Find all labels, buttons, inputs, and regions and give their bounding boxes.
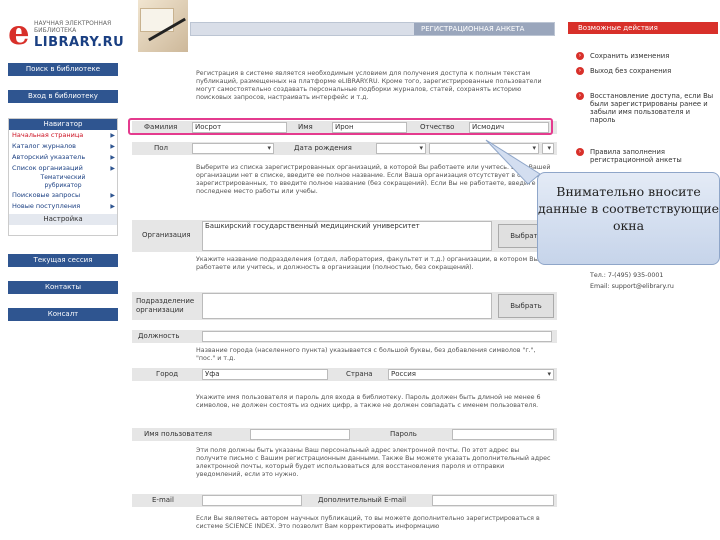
arrow-icon: ›	[576, 148, 584, 156]
attention-callout: Внимательно вносите данные в соответству…	[537, 172, 720, 265]
city-input[interactable]: Уфа	[202, 369, 328, 380]
logo-letter: e	[8, 13, 30, 53]
search-library-button[interactable]: Поиск в библиотеке	[8, 63, 118, 76]
navigator-panel: Навигатор Начальная страница ▶ Каталог жу…	[8, 118, 118, 236]
arrow-icon: ▶	[110, 132, 115, 139]
support-phone: Тел.: 7-(495) 935-0001	[590, 272, 664, 279]
science-index-text: Если Вы являетесь автором научных публик…	[196, 515, 552, 531]
session-button[interactable]: Текущая сессия	[8, 254, 118, 267]
arrow-icon: ▶	[110, 143, 115, 150]
nav-item-rubricator-line1[interactable]: Тематический	[9, 174, 117, 182]
support-email[interactable]: Email: support@elibrary.ru	[590, 283, 674, 290]
header-photo	[138, 0, 188, 52]
email-row: E-mail Дополнительный E-mail	[132, 494, 557, 507]
city-country-row: Город Уфа Страна Россия	[132, 368, 557, 381]
organization-row: Организация Башкирский государственный м…	[132, 220, 557, 252]
birthdate-label: Дата рождения	[294, 144, 352, 152]
department-row: Подразделение организации Выбрать	[132, 292, 557, 320]
page-header-bar: РЕГИСТРАЦИОННАЯ АНКЕТА	[190, 22, 555, 36]
organization-input[interactable]: Башкирский государственный медицинский у…	[202, 221, 492, 251]
nav-item-organizations[interactable]: Список организаций ▶	[9, 163, 117, 174]
nav-item-home[interactable]: Начальная страница ▶	[9, 130, 117, 141]
arrow-icon: ›	[576, 67, 584, 75]
password-label: Пароль	[390, 430, 417, 438]
email-help-text: Эти поля должны быть указаны Ваш персона…	[196, 447, 552, 479]
arrow-icon: ▶	[110, 165, 115, 172]
extra-email-input[interactable]	[432, 495, 554, 506]
actions-header: Возможные действия	[568, 22, 718, 34]
save-changes-action[interactable]: › Сохранить изменения	[576, 52, 716, 60]
password-help-text: Укажите имя пользователя и пароль для вх…	[196, 394, 552, 410]
exit-without-saving-action[interactable]: › Выход без сохранения	[576, 67, 716, 75]
form-rules-action[interactable]: › Правила заполнения регистрационной анке…	[576, 148, 716, 164]
username-label: Имя пользователя	[144, 430, 212, 438]
gender-label: Пол	[154, 144, 169, 152]
country-label: Страна	[346, 370, 373, 378]
select-department-button[interactable]: Выбрать	[498, 294, 554, 318]
credentials-row: Имя пользователя Пароль	[132, 428, 557, 441]
logo-tagline: НАУЧНАЯ ЭЛЕКТРОННАЯ БИБЛИОТЕКА	[34, 20, 112, 34]
arrow-icon: ›	[576, 92, 584, 100]
gender-select[interactable]	[192, 143, 274, 154]
arrow-icon: ▶	[110, 203, 115, 210]
city-help-text: Название города (населенного пункта) ука…	[196, 347, 552, 363]
extra-email-label: Дополнительный E-mail	[318, 496, 407, 504]
page-title: РЕГИСТРАЦИОННАЯ АНКЕТА	[421, 25, 525, 33]
country-select[interactable]: Россия	[388, 369, 554, 380]
support-button[interactable]: Консалт	[8, 308, 118, 321]
arrow-icon: ▶	[110, 192, 115, 199]
email-label: E-mail	[152, 496, 174, 504]
position-input[interactable]	[202, 331, 552, 342]
position-row: Должность	[132, 330, 557, 343]
navigator-header: Навигатор	[9, 119, 117, 130]
arrow-icon: ▶	[110, 154, 115, 161]
organization-label: Организация	[142, 231, 191, 239]
left-column: e НАУЧНАЯ ЭЛЕКТРОННАЯ БИБЛИОТЕКА LIBRARY…	[0, 0, 125, 540]
nav-item-new[interactable]: Новые поступления ▶	[9, 201, 117, 212]
logo-title: LIBRARY.RU	[34, 35, 125, 50]
contacts-button[interactable]: Контакты	[8, 281, 118, 294]
department-input[interactable]	[202, 293, 492, 319]
settings-button[interactable]: Настройка	[9, 214, 117, 225]
position-label: Должность	[138, 332, 180, 340]
intro-text: Регистрация в системе является необходим…	[196, 70, 552, 102]
arrow-icon: ›	[576, 52, 584, 60]
department-help-text: Укажите название подразделения (отдел, л…	[196, 256, 552, 272]
department-label: Подразделение организации	[136, 297, 195, 314]
city-label: Город	[156, 370, 179, 378]
email-input[interactable]	[202, 495, 302, 506]
name-fields-highlight	[128, 118, 553, 135]
nav-item-journals[interactable]: Каталог журналов ▶	[9, 141, 117, 152]
username-input[interactable]	[250, 429, 350, 440]
password-input[interactable]	[452, 429, 554, 440]
login-button[interactable]: Вход в библиотеку	[8, 90, 118, 103]
restore-access-action[interactable]: › Восстановление доступа, если Вы были за…	[576, 92, 716, 124]
elibrary-logo[interactable]: e НАУЧНАЯ ЭЛЕКТРОННАЯ БИБЛИОТЕКА LIBRARY…	[8, 13, 125, 53]
nav-item-rubricator-line2[interactable]: рубрикатор	[9, 182, 117, 190]
birth-day-select[interactable]	[376, 143, 426, 154]
nav-item-queries[interactable]: Поисковые запросы ▶	[9, 190, 117, 201]
nav-item-authors[interactable]: Авторский указатель ▶	[9, 152, 117, 163]
